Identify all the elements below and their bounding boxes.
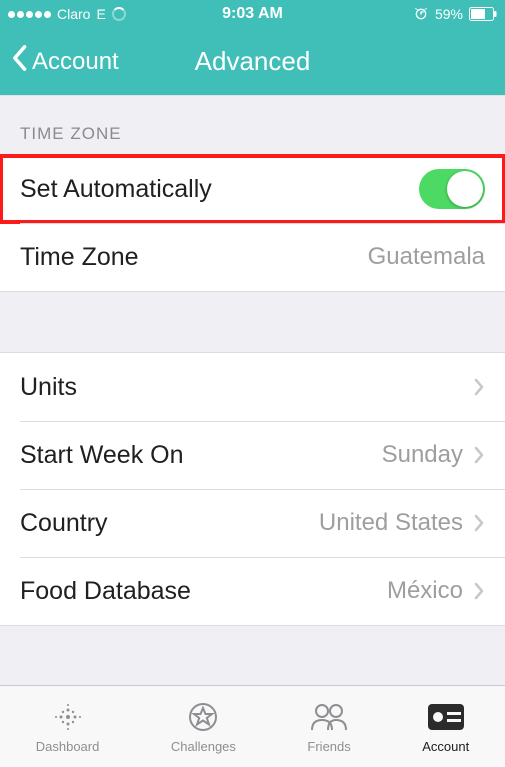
status-left: Claro E [8, 6, 126, 22]
signal-strength-icon [8, 11, 51, 18]
tab-dashboard[interactable]: Dashboard [36, 699, 100, 754]
food-database-row[interactable]: Food Database México [0, 557, 505, 625]
time-zone-value: Guatemala [368, 243, 485, 271]
chevron-right-icon [473, 513, 485, 533]
country-row[interactable]: Country United States [0, 489, 505, 557]
time-zone-label: Time Zone [20, 243, 139, 272]
start-week-row[interactable]: Start Week On Sunday [0, 421, 505, 489]
loading-spinner-icon [112, 7, 126, 21]
battery-percentage: 59% [435, 6, 463, 22]
units-row[interactable]: Units [0, 353, 505, 421]
general-list: Units Start Week On Sunday Country Unite… [0, 352, 505, 626]
content: TIME ZONE Set Automatically Time Zone Gu… [0, 96, 505, 685]
tab-challenges-label: Challenges [171, 739, 236, 754]
back-button[interactable]: Account [0, 44, 119, 79]
tab-bar: Dashboard Challenges Friends [0, 685, 505, 767]
back-label: Account [32, 48, 119, 76]
start-week-label: Start Week On [20, 441, 184, 470]
nav-bar: Account Advanced [0, 28, 505, 96]
section-header-timezone: TIME ZONE [0, 96, 505, 154]
country-label: Country [20, 509, 108, 538]
chevron-right-icon [473, 581, 485, 601]
chevron-right-icon [473, 377, 485, 397]
set-automatically-row[interactable]: Set Automatically [0, 155, 505, 223]
network-type-label: E [96, 6, 105, 22]
battery-icon [469, 7, 497, 21]
tab-challenges[interactable]: Challenges [171, 699, 236, 754]
carrier-label: Claro [57, 6, 90, 22]
status-bar: Claro E 9:03 AM 59% [0, 0, 505, 28]
screen: Claro E 9:03 AM 59% Account Advanced TIM… [0, 0, 505, 767]
units-label: Units [20, 373, 77, 402]
set-automatically-toggle[interactable] [419, 169, 485, 209]
account-icon [426, 699, 466, 735]
challenges-icon [186, 699, 220, 735]
tab-friends-label: Friends [307, 739, 350, 754]
food-database-label: Food Database [20, 577, 191, 606]
status-time: 9:03 AM [222, 5, 283, 23]
tab-account-label: Account [422, 739, 469, 754]
section-spacer [0, 292, 505, 352]
status-right: 59% [413, 6, 497, 22]
friends-icon [309, 699, 349, 735]
page-title: Advanced [195, 46, 311, 77]
country-value: United States [319, 509, 463, 537]
food-database-value: México [387, 577, 463, 605]
start-week-value: Sunday [382, 441, 463, 469]
alarm-icon [413, 6, 429, 22]
time-zone-row[interactable]: Time Zone Guatemala [0, 223, 505, 291]
chevron-right-icon [473, 445, 485, 465]
set-automatically-label: Set Automatically [20, 175, 212, 204]
tab-dashboard-label: Dashboard [36, 739, 100, 754]
tab-friends[interactable]: Friends [307, 699, 350, 754]
chevron-left-icon [10, 44, 28, 79]
dashboard-icon [51, 699, 85, 735]
timezone-list: Set Automatically Time Zone Guatemala [0, 154, 505, 292]
tab-account[interactable]: Account [422, 699, 469, 754]
